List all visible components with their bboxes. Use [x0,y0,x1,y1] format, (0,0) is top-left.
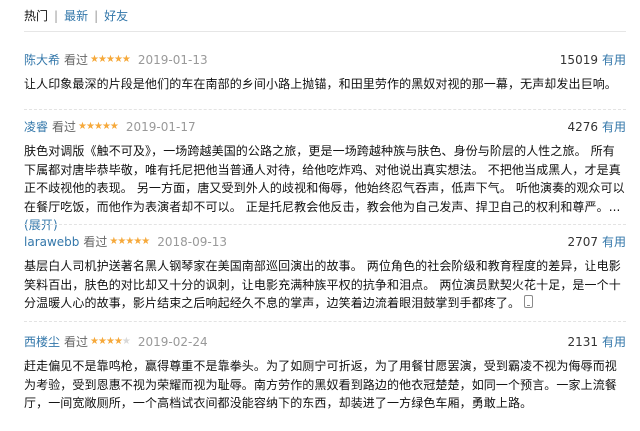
review-author[interactable]: larawebb [24,233,79,251]
review-author[interactable]: 凌睿 [24,118,48,136]
divider [24,109,626,110]
star-icon: ★ [105,54,115,65]
star-icon: ★ [101,121,111,132]
review-text: 让人印象最深的片段是他们的车在南部的乡间小路上抛锚，和田里劳作的黑奴对视的那一幕… [24,75,626,94]
vote-area: 4276 有用 [567,118,626,136]
star-icon: ★ [98,336,107,347]
star-icon: ★ [86,121,95,132]
tab-separator: | [94,9,99,23]
vote-area: 2707 有用 [567,233,626,251]
divider [24,224,626,225]
review-item: 西楼尘 看过 ★★★★★ 2019-02-24 2131 有用 赶走偏见不是靠鸣… [24,333,626,413]
review-text-content: 让人印象最深的片段是他们的车在南部的乡间小路上抛锚，和田里劳作的黑奴对视的那一幕… [24,77,617,91]
vote-count: 2131 [567,335,598,349]
review-date: 2019-01-17 [125,120,196,134]
vote-count: 15019 [559,53,598,67]
review-text: 基层白人司机护送著名黑人钢琴家在美国南部巡回演出的故事。 两位角色的社会阶级和教… [24,257,626,313]
tab-hot: 热门 [24,9,49,23]
vote-area: 15019 有用 [560,51,626,69]
useful-button[interactable]: 有用 [602,233,626,251]
useful-button[interactable]: 有用 [602,51,626,69]
review-date: 2018-09-13 [157,235,228,249]
rating-stars: ★★★★★ [90,51,131,69]
review-header: larawebb 看过 ★★★★★ 2018-09-13 2707 有用 [24,233,626,251]
review-item: larawebb 看过 ★★★★★ 2018-09-13 2707 有用 基层白… [24,233,626,313]
review-text: 赶走偏见不是靠鸣枪，赢得尊重不是靠拳头。为了如厕宁可折返，为了用餐甘愿罢演，受到… [24,357,626,413]
star-icon: ★ [78,121,87,132]
vote-count: 2707 [567,235,598,249]
review-item: 陈大希 看过 ★★★★★ 2019-01-13 15019 有用 让人印象最深的… [24,51,626,94]
review-author[interactable]: 陈大希 [24,51,60,69]
review-sort-tabs: 热门 | 最新 | 好友 [24,4,128,28]
star-icon: ★ [98,54,107,65]
vote-area: 2131 有用 [567,333,626,351]
rating-stars: ★★★★★ [109,233,150,251]
divider [24,31,626,32]
review-date: 2019-02-24 [137,335,208,349]
watched-label: 看过 [64,53,89,67]
rating-stars: ★★★★★ [90,333,131,351]
watched-label: 看过 [52,120,77,134]
star-icon: ★ [90,54,99,65]
rating-stars: ★★★★★ [78,118,119,136]
tab-friends[interactable]: 好友 [104,8,128,24]
divider [24,321,626,322]
useful-button[interactable]: 有用 [602,333,626,351]
star-icon: ★ [113,336,123,347]
vote-count: 4276 [567,120,598,134]
star-icon: ★ [109,121,119,132]
star-icon: ★ [121,54,131,65]
tab-latest[interactable]: 最新 [64,8,88,24]
review-header: 西楼尘 看过 ★★★★★ 2019-02-24 2131 有用 [24,333,626,351]
review-author[interactable]: 西楼尘 [24,333,60,351]
star-icon: ★ [121,336,131,347]
expand-link[interactable]: (展开) [24,218,58,232]
watched-label: 看过 [64,335,89,349]
review-header: 陈大希 看过 ★★★★★ 2019-01-13 15019 有用 [24,51,626,69]
star-icon: ★ [93,121,103,132]
star-icon: ★ [105,336,115,347]
review-text-content: 赶走偏见不是靠鸣枪，赢得尊重不是靠拳头。为了如厕宁可折返，为了用餐甘愿罢演，受到… [24,359,617,410]
review-item: 凌睿 看过 ★★★★★ 2019-01-17 4276 有用 肤色对调版《触不可… [24,118,626,235]
star-icon: ★ [113,54,123,65]
review-date: 2019-01-13 [137,53,208,67]
tab-separator: | [54,9,59,23]
review-header: 凌睿 看过 ★★★★★ 2019-01-17 4276 有用 [24,118,626,136]
star-icon: ★ [90,336,99,347]
phone-icon [524,295,534,308]
review-text: 肤色对调版《触不可及》，一场跨越美国的公路之旅，更是一场跨越种族与肤色、身份与阶… [24,142,626,235]
star-icon: ★ [141,236,150,247]
watched-label: 看过 [83,235,108,249]
review-text-content: 肤色对调版《触不可及》，一场跨越美国的公路之旅，更是一场跨越种族与肤色、身份与阶… [24,144,625,214]
useful-button[interactable]: 有用 [602,118,626,136]
